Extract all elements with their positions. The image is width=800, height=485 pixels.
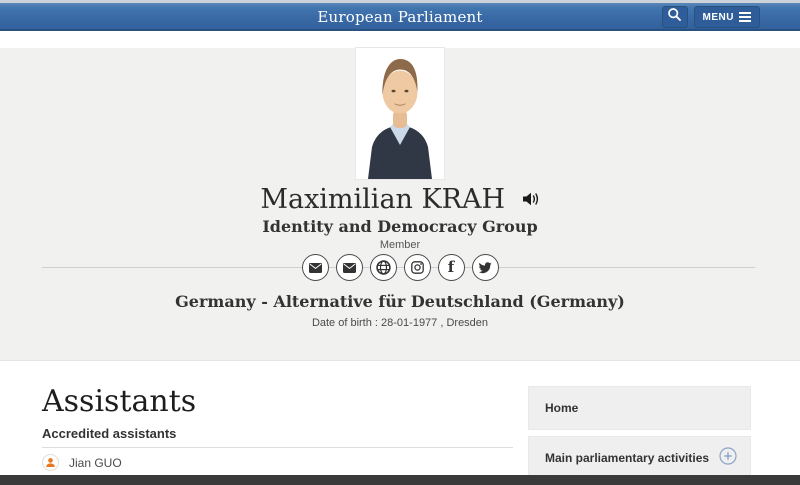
- window-bottom-bar: [0, 475, 800, 485]
- email-icon[interactable]: [336, 254, 363, 281]
- facebook-glyph: f: [448, 258, 454, 276]
- political-group: Identity and Democracy Group: [0, 217, 800, 237]
- sidebar-item-home[interactable]: Home: [528, 386, 751, 430]
- content-area: Assistants Accredited assistants Jian GU…: [0, 361, 800, 485]
- sidebar-item-label: Home: [545, 401, 578, 415]
- member-role: Member: [0, 238, 800, 252]
- member-name: Maximilian KRAH: [260, 184, 505, 215]
- person-icon: [42, 454, 59, 471]
- facebook-icon[interactable]: f: [438, 254, 465, 281]
- top-navigation-bar: European Parliament MENU: [0, 3, 800, 31]
- assistant-name: Jian GUO: [69, 456, 122, 470]
- expand-plus-icon[interactable]: [719, 447, 737, 470]
- accredited-assistants-label: Accredited assistants: [42, 426, 513, 448]
- member-portrait-photo: [356, 48, 444, 179]
- topbar-buttons: MENU: [662, 6, 760, 28]
- page-title: Assistants: [42, 385, 513, 419]
- email-icon[interactable]: [302, 254, 329, 281]
- sidebar-item-label: Main parliamentary activities: [545, 451, 709, 465]
- speaker-pronounce-icon[interactable]: [522, 184, 540, 214]
- search-icon: [667, 7, 682, 27]
- search-button[interactable]: [662, 6, 688, 28]
- assistant-item: Jian GUO: [42, 454, 513, 471]
- social-links-row: f: [0, 254, 800, 281]
- website-globe-icon[interactable]: [370, 254, 397, 281]
- instagram-icon[interactable]: [404, 254, 431, 281]
- menu-button[interactable]: MENU: [694, 6, 760, 28]
- sidebar-item-main-parliamentary-activities[interactable]: Main parliamentary activities: [528, 436, 751, 480]
- social-icons: f: [0, 254, 800, 281]
- page: European Parliament MENU: [0, 0, 800, 485]
- menu-button-label: MENU: [703, 12, 734, 23]
- hamburger-icon: [739, 10, 751, 24]
- member-name-row: Maximilian KRAH: [0, 185, 800, 215]
- date-of-birth: Date of birth : 28-01-1977 , Dresden: [0, 316, 800, 330]
- country-party: Germany - Alternative für Deutschland (G…: [0, 292, 800, 312]
- profile-nav-sidebar: Home Main parliamentary activities Other…: [528, 386, 751, 485]
- twitter-icon[interactable]: [472, 254, 499, 281]
- assistants-section: Assistants Accredited assistants Jian GU…: [42, 361, 513, 485]
- profile-hero: Maximilian KRAH Identity and Democracy G…: [0, 48, 800, 361]
